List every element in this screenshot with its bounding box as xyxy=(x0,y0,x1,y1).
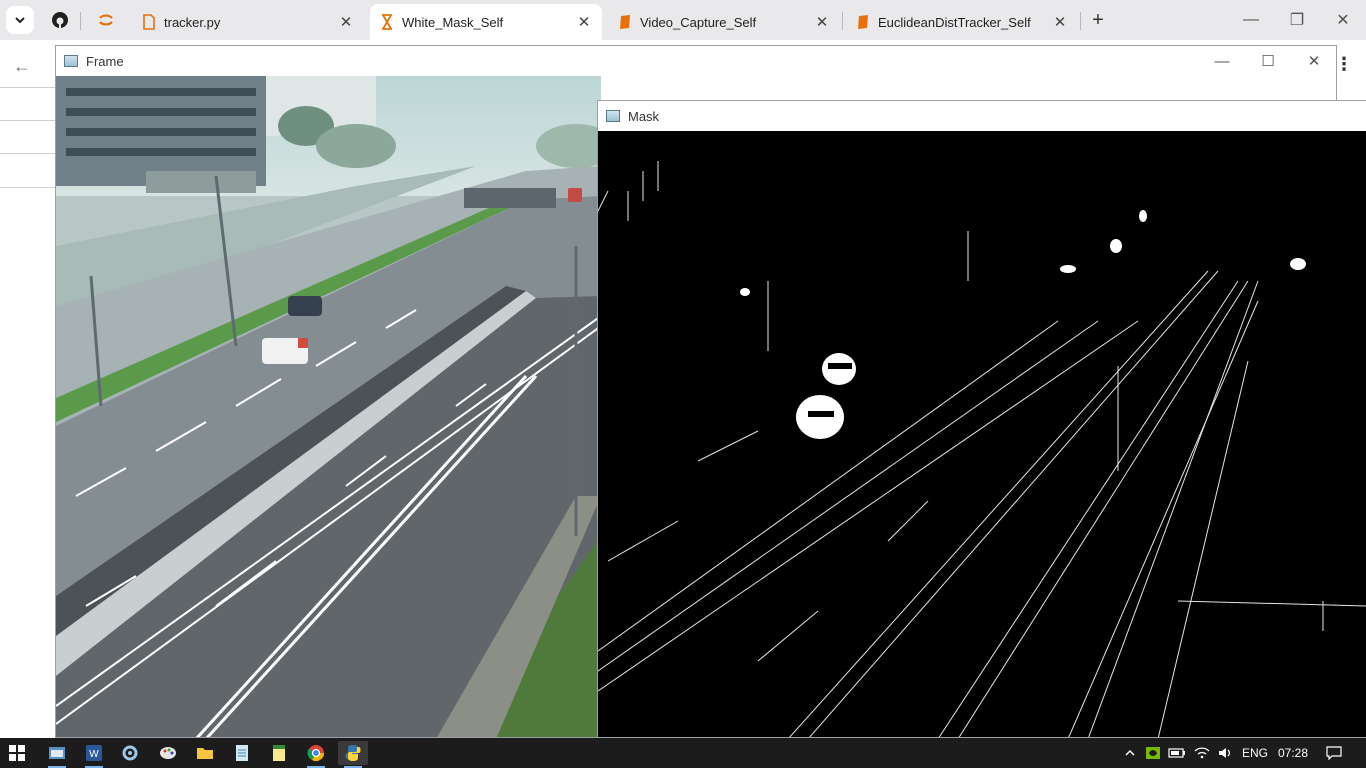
frame-minimize-button[interactable]: — xyxy=(1199,46,1245,76)
mask-window-title: Mask xyxy=(628,108,660,124)
taskbar-sticky-notes[interactable] xyxy=(264,741,294,765)
taskbar-paint[interactable] xyxy=(153,741,183,765)
tab-title: White_Mask_Self xyxy=(402,14,504,30)
back-arrow-icon[interactable]: ← xyxy=(10,54,34,78)
frame-window-titlebar[interactable]: Frame — ☐ ✕ xyxy=(56,46,1336,76)
tab-white-mask-self[interactable]: White_Mask_Self ✕ xyxy=(370,4,602,40)
battery-icon[interactable] xyxy=(1166,738,1188,768)
tab-euclidean-dist-tracker-self[interactable]: EuclideanDistTracker_Self ✕ xyxy=(846,4,1078,40)
language-indicator[interactable]: ENG xyxy=(1238,738,1272,768)
tab-video-capture-self[interactable]: Video_Capture_Self ✕ xyxy=(608,4,840,40)
side-panel-row xyxy=(0,88,56,121)
start-button[interactable] xyxy=(2,741,32,765)
notebook-side-panel xyxy=(0,87,56,188)
volume-icon[interactable] xyxy=(1214,738,1236,768)
browser-tab-strip: tracker.py ✕ White_Mask_Self ✕ Video_Cap… xyxy=(0,0,1366,40)
hourglass-icon xyxy=(382,14,392,30)
mask-video-image xyxy=(598,131,1366,737)
clock[interactable]: 07:28 xyxy=(1272,738,1314,768)
chrome-icon xyxy=(307,745,325,762)
tab-search-button[interactable] xyxy=(6,6,34,34)
chevron-down-icon xyxy=(15,17,25,24)
mask-window[interactable]: Mask xyxy=(597,100,1366,738)
pinned-tab-jupyter[interactable] xyxy=(92,6,120,34)
document-icon xyxy=(143,14,155,30)
side-panel-row xyxy=(0,121,56,154)
file-manager-icon xyxy=(49,747,65,759)
frame-window-title: Frame xyxy=(86,53,124,69)
jupyter-icon xyxy=(99,14,113,26)
notification-icon[interactable] xyxy=(1322,738,1346,768)
tab-close-button[interactable]: ✕ xyxy=(338,14,354,31)
notepad-icon xyxy=(236,745,248,761)
window-app-icon xyxy=(64,55,78,67)
tab-title: EuclideanDistTracker_Self xyxy=(878,14,1031,30)
taskbar-notepad[interactable] xyxy=(227,741,257,765)
tab-close-button[interactable]: ✕ xyxy=(814,14,830,31)
nvidia-icon[interactable] xyxy=(1142,738,1164,768)
tab-close-button[interactable]: ✕ xyxy=(576,14,592,31)
more-menu-icon[interactable]: ⋮ xyxy=(1335,52,1353,76)
taskbar-folder[interactable] xyxy=(190,741,220,765)
browser-minimize-button[interactable]: — xyxy=(1228,0,1274,40)
taskbar-file-manager[interactable] xyxy=(42,741,72,768)
word-icon: W xyxy=(86,745,102,761)
frame-maximize-button[interactable]: ☐ xyxy=(1245,46,1291,76)
tab-close-button[interactable]: ✕ xyxy=(1052,14,1068,31)
svg-text:W: W xyxy=(89,749,99,760)
windows-taskbar: W ENG 07:28 xyxy=(0,738,1366,768)
browser-restore-button[interactable]: ❐ xyxy=(1274,0,1320,40)
python-icon xyxy=(345,745,361,761)
sticky-notes-icon xyxy=(273,745,285,761)
frame-video-image xyxy=(56,76,601,737)
binary-mask-frame xyxy=(598,131,1366,737)
github-icon xyxy=(52,12,68,28)
taskbar-python[interactable] xyxy=(338,741,368,768)
windows-logo-icon xyxy=(9,745,25,761)
browser-close-button[interactable]: ✕ xyxy=(1320,0,1366,40)
frame-close-button[interactable]: ✕ xyxy=(1291,46,1336,76)
highway-camera-frame xyxy=(56,76,601,737)
palette-icon xyxy=(160,747,176,759)
taskbar-word[interactable]: W xyxy=(79,741,109,768)
desktop: tracker.py ✕ White_Mask_Self ✕ Video_Cap… xyxy=(0,0,1366,768)
window-app-icon xyxy=(606,110,620,122)
pinned-tab-github[interactable] xyxy=(46,6,74,34)
folder-icon xyxy=(197,748,213,759)
tab-tracker-py[interactable]: tracker.py ✕ xyxy=(132,4,364,40)
chevron-up-icon[interactable] xyxy=(1120,738,1140,768)
tab-title: Video_Capture_Self xyxy=(640,14,757,30)
gear-icon xyxy=(122,745,138,761)
tab-title: tracker.py xyxy=(164,14,221,30)
wifi-icon[interactable] xyxy=(1190,738,1214,768)
taskbar-settings[interactable] xyxy=(115,741,145,765)
side-panel-row xyxy=(0,154,56,187)
notebook-icon xyxy=(620,15,630,29)
taskbar-chrome[interactable] xyxy=(301,741,331,768)
new-tab-button[interactable]: + xyxy=(1084,6,1112,34)
notebook-icon xyxy=(858,15,868,29)
mask-window-titlebar[interactable]: Mask xyxy=(598,101,1366,131)
